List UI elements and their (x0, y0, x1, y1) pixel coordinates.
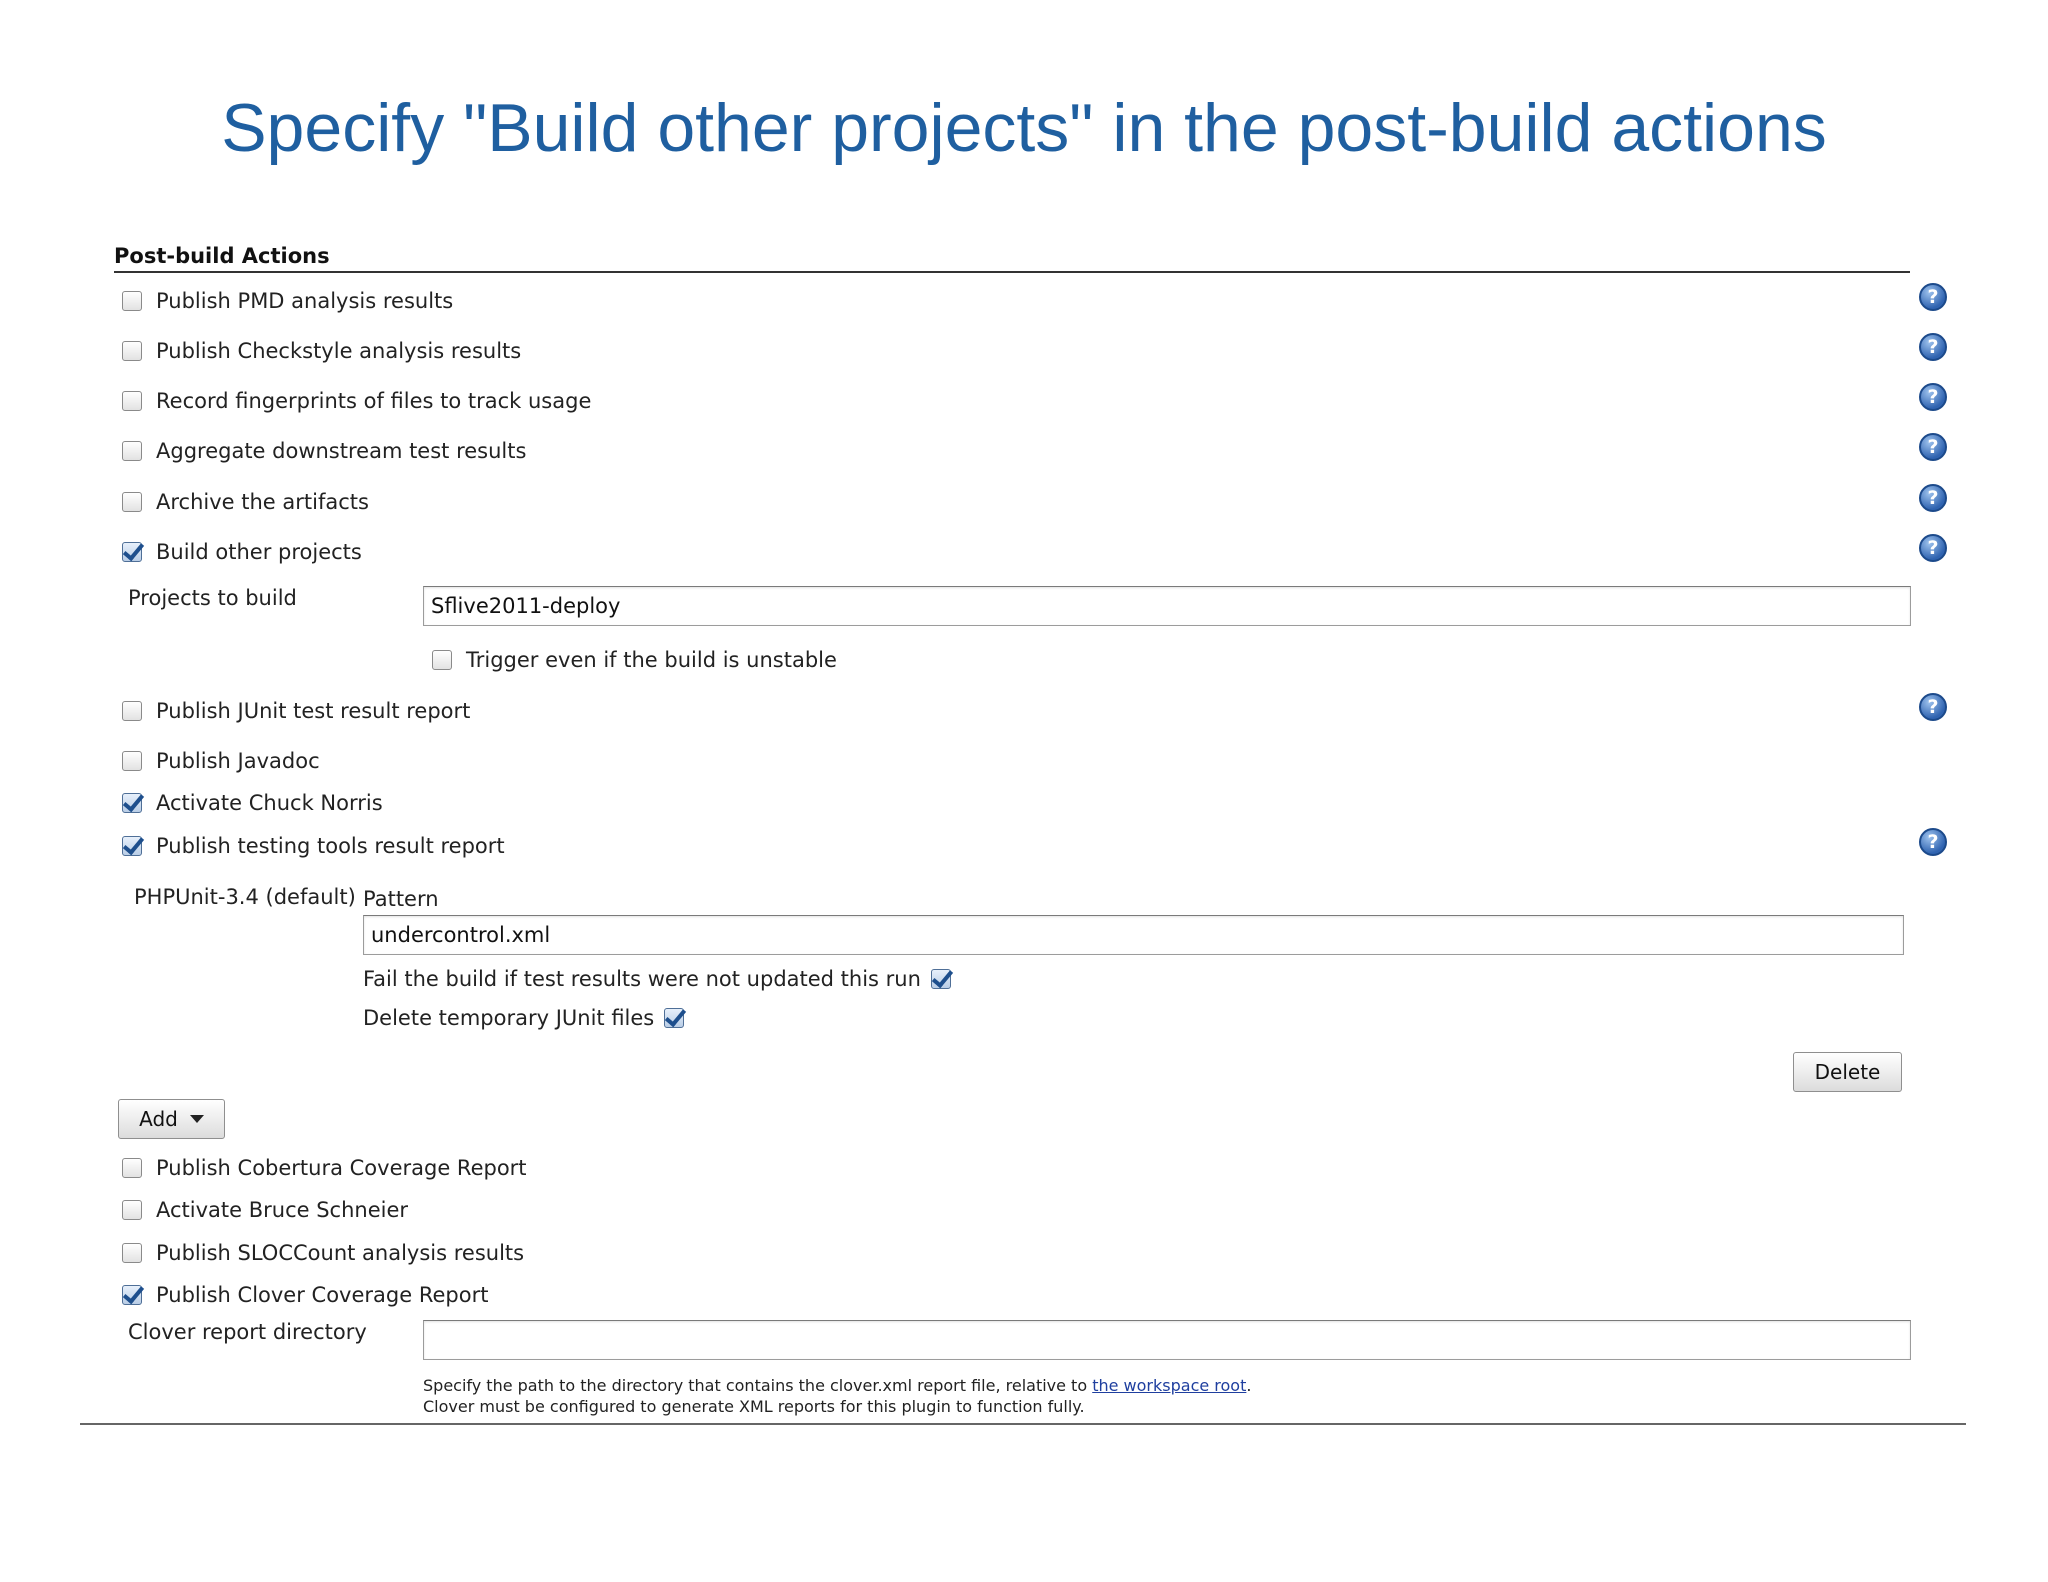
help-icon[interactable]: ? (1919, 484, 1947, 512)
checkbox-publish-junit[interactable] (122, 701, 142, 721)
help-icon[interactable]: ? (1919, 283, 1947, 311)
trigger-unstable-row[interactable]: Trigger even if the build is unstable (432, 645, 837, 675)
help-icon[interactable]: ? (1919, 693, 1947, 721)
clover-dir-label: Clover report directory (128, 1320, 367, 1344)
delete-temp-row[interactable]: Delete temporary JUnit files (363, 1003, 685, 1033)
help-icon[interactable]: ? (1919, 383, 1947, 411)
action-publish-clover[interactable]: Publish Clover Coverage Report (122, 1280, 488, 1310)
checkbox-publish-pmd[interactable] (122, 291, 142, 311)
tool-name-label: PHPUnit-3.4 (default) (134, 885, 356, 909)
action-publish-testing-tools[interactable]: Publish testing tools result report (122, 831, 505, 861)
bottom-divider (80, 1423, 1966, 1425)
clover-hint-line1: Specify the path to the directory that c… (423, 1376, 1252, 1395)
action-build-other-projects[interactable]: Build other projects (122, 537, 362, 567)
action-aggregate-downstream[interactable]: Aggregate downstream test results (122, 436, 526, 466)
action-activate-bruce-schneier[interactable]: Activate Bruce Schneier (122, 1195, 408, 1225)
fail-build-label: Fail the build if test results were not … (363, 967, 921, 991)
add-button[interactable]: Add (118, 1099, 225, 1139)
action-label: Aggregate downstream test results (156, 439, 527, 463)
action-label: Activate Chuck Norris (156, 791, 383, 815)
slide-title: Specify "Build other projects" in the po… (221, 90, 1827, 166)
checkbox-publish-testing-tools[interactable] (122, 836, 142, 856)
action-label: Publish JUnit test result report (156, 699, 471, 723)
action-label: Record fingerprints of files to track us… (156, 389, 592, 413)
checkbox-activate-chuck-norris[interactable] (122, 793, 142, 813)
action-archive-artifacts[interactable]: Archive the artifacts (122, 487, 369, 517)
help-icon[interactable]: ? (1919, 828, 1947, 856)
action-label: Publish Cobertura Coverage Report (156, 1156, 527, 1180)
clover-hint: Specify the path to the directory that c… (423, 1375, 1251, 1417)
help-icon[interactable]: ? (1919, 534, 1947, 562)
checkbox-publish-cobertura[interactable] (122, 1158, 142, 1178)
action-label: Archive the artifacts (156, 490, 369, 514)
action-publish-sloccount[interactable]: Publish SLOCCount analysis results (122, 1238, 524, 1268)
checkbox-publish-javadoc[interactable] (122, 751, 142, 771)
action-publish-pmd[interactable]: Publish PMD analysis results (122, 286, 453, 316)
checkbox-aggregate-downstream[interactable] (122, 441, 142, 461)
checkbox-trigger-unstable[interactable] (432, 650, 452, 670)
action-label: Publish testing tools result report (156, 834, 505, 858)
action-publish-junit[interactable]: Publish JUnit test result report (122, 696, 470, 726)
checkbox-build-other-projects[interactable] (122, 542, 142, 562)
action-label: Publish PMD analysis results (156, 289, 454, 313)
action-label: Publish SLOCCount analysis results (156, 1241, 525, 1265)
checkbox-activate-bruce-schneier[interactable] (122, 1200, 142, 1220)
delete-temp-label: Delete temporary JUnit files (363, 1006, 655, 1030)
pattern-input[interactable] (363, 915, 1904, 955)
action-label: Publish Checkstyle analysis results (156, 339, 522, 363)
clover-dir-input[interactable] (423, 1320, 1911, 1360)
pattern-label: Pattern (363, 887, 439, 911)
checkbox-delete-temp[interactable] (664, 1008, 685, 1028)
action-label: Activate Bruce Schneier (156, 1198, 409, 1222)
clover-hint-line2: Clover must be configured to generate XM… (423, 1397, 1085, 1416)
checkbox-publish-sloccount[interactable] (122, 1243, 142, 1263)
trigger-unstable-label: Trigger even if the build is unstable (466, 648, 837, 672)
checkbox-publish-clover[interactable] (122, 1285, 142, 1305)
action-label: Build other projects (156, 540, 362, 564)
action-publish-cobertura[interactable]: Publish Cobertura Coverage Report (122, 1153, 527, 1183)
checkbox-record-fingerprints[interactable] (122, 391, 142, 411)
help-icon[interactable]: ? (1919, 333, 1947, 361)
workspace-root-link[interactable]: the workspace root (1092, 1376, 1246, 1395)
projects-to-build-input[interactable] (423, 586, 1911, 626)
fail-build-row[interactable]: Fail the build if test results were not … (363, 964, 951, 994)
action-label: Publish Javadoc (156, 749, 320, 773)
projects-to-build-label: Projects to build (128, 586, 297, 610)
action-label: Publish Clover Coverage Report (156, 1283, 489, 1307)
help-icon[interactable]: ? (1919, 433, 1947, 461)
section-header-post-build-actions: Post-build Actions (114, 243, 1910, 273)
checkbox-fail-build[interactable] (930, 969, 951, 989)
chevron-down-icon (189, 1115, 204, 1123)
checkbox-publish-checkstyle[interactable] (122, 341, 142, 361)
action-publish-checkstyle[interactable]: Publish Checkstyle analysis results (122, 336, 521, 366)
action-record-fingerprints[interactable]: Record fingerprints of files to track us… (122, 386, 591, 416)
action-publish-javadoc[interactable]: Publish Javadoc (122, 746, 320, 776)
delete-button[interactable]: Delete (1793, 1052, 1902, 1092)
checkbox-archive-artifacts[interactable] (122, 492, 142, 512)
action-activate-chuck-norris[interactable]: Activate Chuck Norris (122, 788, 383, 818)
